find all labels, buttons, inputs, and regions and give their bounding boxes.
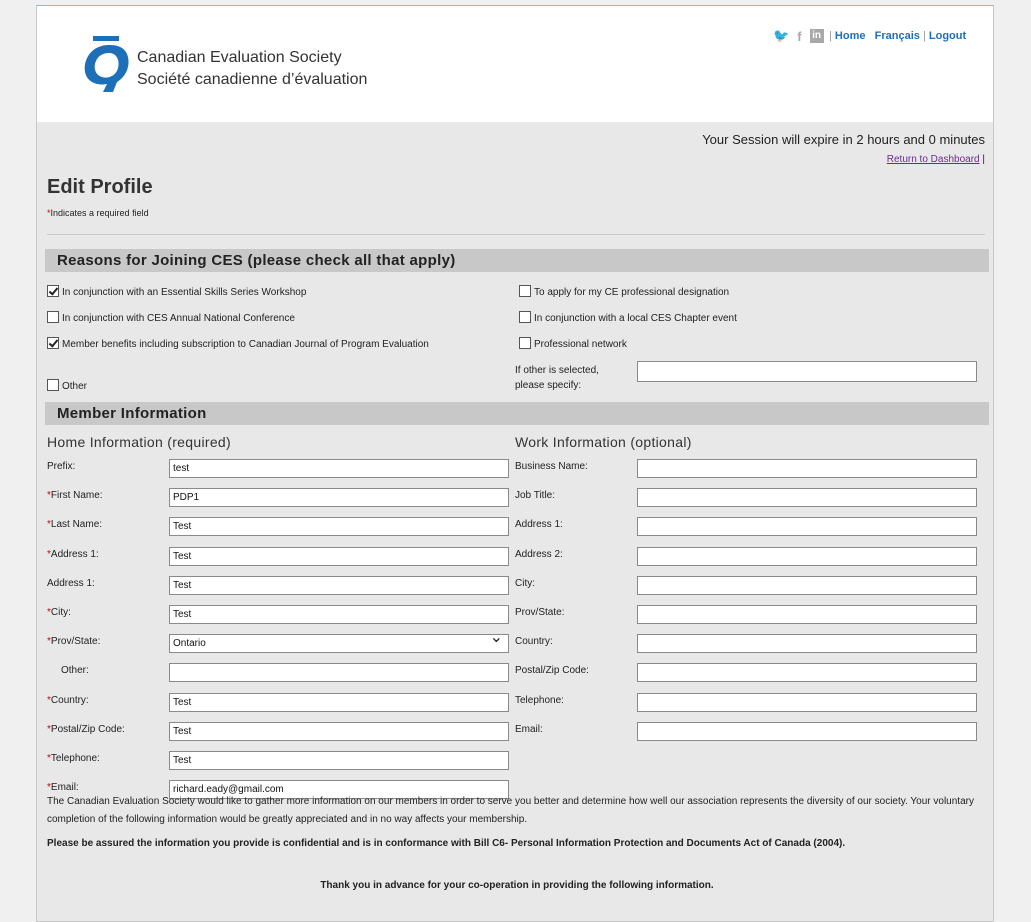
- required-note: *Indicates a required field: [47, 208, 149, 218]
- reasons-section-heading: Reasons for Joining CES (please check al…: [45, 249, 989, 272]
- logo-text-en: Canadian Evaluation Society: [137, 49, 342, 66]
- home-field-label: *Telephone:: [47, 753, 100, 764]
- home-field-label: *First Name:: [47, 490, 103, 502]
- home-field-label: *Email:: [47, 782, 79, 794]
- site-header: Canadian Evaluation Society Société cana…: [37, 6, 993, 122]
- francais-link[interactable]: Français: [875, 30, 920, 42]
- work-field-label: Business Name:: [515, 461, 588, 472]
- home-info-heading: Home Information (required): [47, 434, 231, 450]
- checkbox-icon[interactable]: [47, 379, 59, 391]
- nav-separator: |: [922, 30, 926, 42]
- divider: [47, 234, 985, 235]
- home-field-label: *City:: [47, 607, 71, 618]
- home-field-label: *Address 1:: [47, 548, 99, 560]
- work-field-input[interactable]: [637, 605, 977, 624]
- linkedin-icon[interactable]: in: [809, 29, 824, 43]
- work-field-label: Postal/Zip Code:: [515, 665, 589, 677]
- work-field-label: Prov/State:: [515, 607, 565, 618]
- checkbox-icon[interactable]: [47, 311, 59, 323]
- home-field-input[interactable]: Test: [169, 721, 509, 741]
- home-field-input[interactable]: Test: [169, 517, 509, 537]
- work-field-label: Telephone:: [515, 694, 564, 706]
- other-specify-input[interactable]: [637, 361, 977, 382]
- work-field-input[interactable]: [637, 575, 977, 595]
- home-field-input[interactable]: Test: [169, 751, 509, 770]
- logo-text-fr: Société canadienne d’évaluation: [137, 71, 368, 88]
- info-paragraph: The Canadian Evaluation Society would li…: [47, 796, 974, 825]
- work-field-input[interactable]: [637, 692, 977, 712]
- member-section-heading: Member Information: [45, 402, 989, 425]
- work-field-label: Address 2:: [515, 548, 563, 560]
- home-field-input[interactable]: Test: [169, 575, 509, 595]
- page-container: Canadian Evaluation Society Société cana…: [36, 5, 994, 922]
- home-field-input[interactable]: [169, 663, 509, 683]
- home-field-label: Address 1:: [47, 577, 95, 589]
- checkbox-icon[interactable]: [519, 311, 531, 323]
- reason-professional-network[interactable]: Professional network: [519, 337, 627, 351]
- prov-state-select[interactable]: Ontario: [169, 629, 509, 654]
- home-field-label: *Postal/Zip Code:: [47, 723, 125, 735]
- reason-member-benefits[interactable]: Member benefits including subscription t…: [47, 337, 467, 351]
- work-field-label: Job Title:: [515, 490, 556, 502]
- reason-chapter-event[interactable]: In conjunction with a local CES Chapter …: [519, 311, 737, 325]
- work-field-input[interactable]: [637, 663, 977, 683]
- work-field-input[interactable]: [637, 546, 977, 566]
- work-field-input[interactable]: [637, 721, 977, 741]
- reason-annual-conference[interactable]: In conjunction with CES Annual National …: [47, 311, 295, 325]
- home-link[interactable]: Home: [835, 30, 866, 42]
- work-field-input[interactable]: [637, 634, 977, 654]
- twitter-icon[interactable]: 🐦: [773, 28, 789, 44]
- checkbox-icon[interactable]: [47, 337, 59, 349]
- page-title: Edit Profile: [47, 176, 153, 198]
- work-field-input[interactable]: [637, 517, 977, 537]
- checkbox-icon[interactable]: [519, 337, 531, 349]
- home-field-label: *Last Name:: [47, 519, 103, 531]
- work-field-label: Email:: [515, 723, 543, 735]
- home-field-input[interactable]: Test: [169, 546, 509, 566]
- other-specify-label: If other is selected, please specify:: [515, 365, 599, 391]
- thank-you-text: Thank you in advance for your co-operati…: [320, 880, 714, 891]
- facebook-icon[interactable]: f: [797, 29, 801, 44]
- privacy-paragraph: Please be assured the information you pr…: [47, 838, 846, 849]
- home-field-label: Prefix:: [47, 461, 76, 472]
- home-field-label: *Prov/State:: [47, 636, 101, 648]
- home-field-label: Other:: [61, 665, 89, 677]
- top-nav: | Home Français | Logout: [829, 30, 966, 42]
- nav-separator: |: [829, 30, 832, 42]
- dashboard-link-wrap: Return to Dashboard |: [887, 154, 985, 165]
- home-field-input[interactable]: Test: [169, 692, 509, 712]
- checkbox-icon[interactable]: [519, 285, 531, 297]
- nav-separator: |: [982, 154, 985, 165]
- checkbox-icon[interactable]: [47, 285, 59, 297]
- work-info-heading: Work Information (optional): [515, 434, 692, 450]
- social-links: 🐦 f in: [773, 28, 824, 44]
- work-field-input[interactable]: [637, 488, 977, 508]
- session-timer: Your Session will expire in 2 hours and …: [702, 132, 985, 147]
- work-field-label: City:: [515, 577, 535, 589]
- home-field-input[interactable]: test: [169, 459, 509, 478]
- reason-ce-designation[interactable]: To apply for my CE professional designat…: [519, 285, 729, 299]
- work-field-label: Country:: [515, 636, 553, 648]
- ces-logo-icon[interactable]: [79, 36, 131, 92]
- home-field-label: *Country:: [47, 694, 89, 706]
- work-field-input[interactable]: [637, 459, 977, 478]
- work-field-label: Address 1:: [515, 519, 563, 531]
- reason-other[interactable]: Other: [47, 379, 87, 393]
- return-to-dashboard-link[interactable]: Return to Dashboard: [887, 154, 980, 165]
- logout-link[interactable]: Logout: [929, 30, 966, 42]
- reason-essential-skills[interactable]: In conjunction with an Essential Skills …: [47, 285, 306, 299]
- home-field-input[interactable]: Test: [169, 605, 509, 624]
- home-field-input[interactable]: PDP1: [169, 488, 509, 508]
